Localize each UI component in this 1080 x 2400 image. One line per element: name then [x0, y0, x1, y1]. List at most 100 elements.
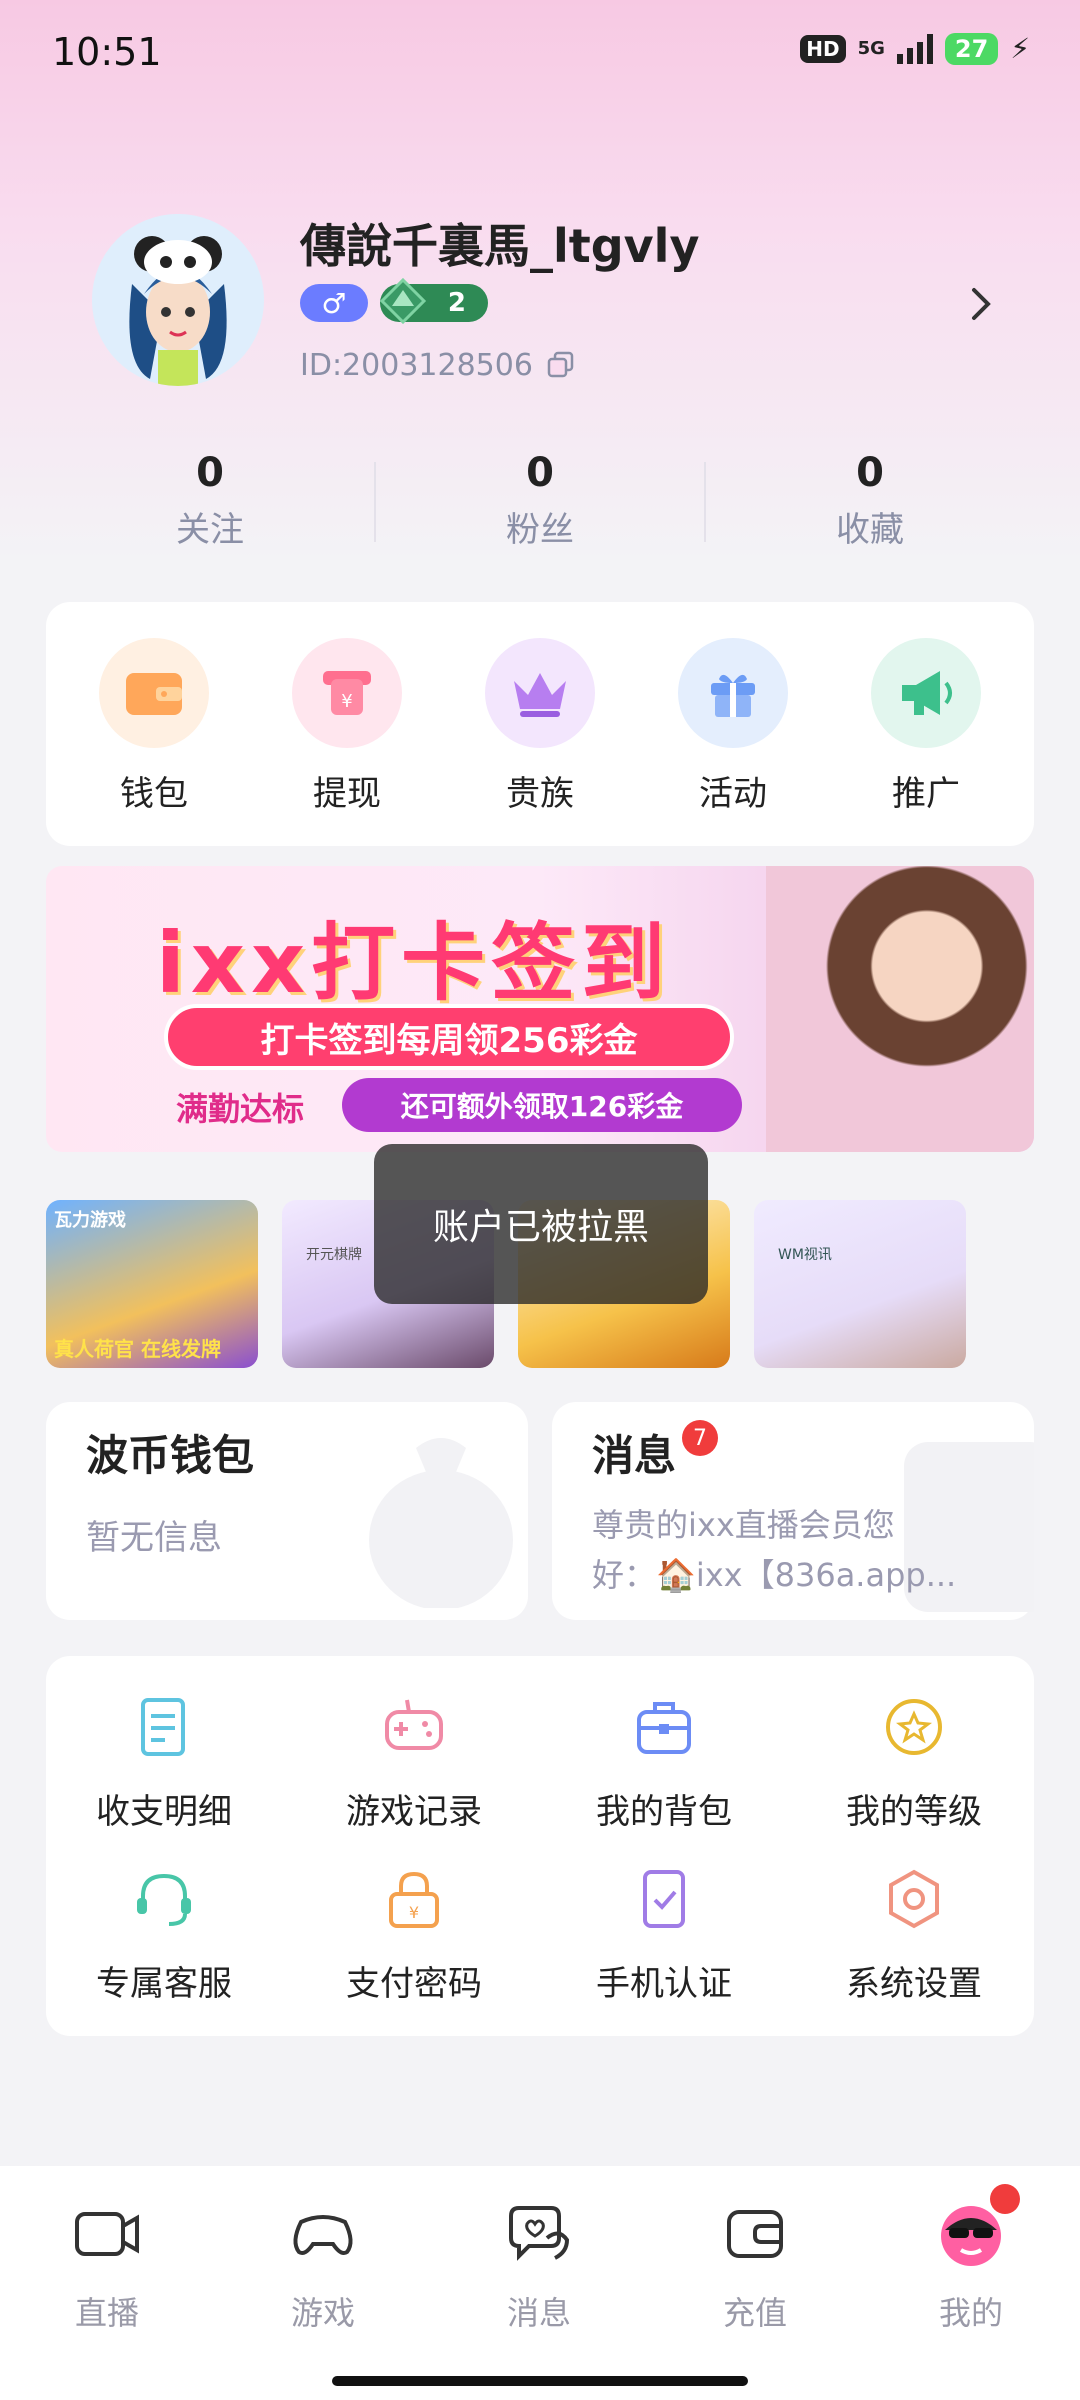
menu-game-records[interactable]: 游戏记录 [304, 1692, 524, 1833]
nav-label: 我的 [938, 2294, 1003, 2332]
quick-promote[interactable]: 推广 [856, 638, 996, 815]
nav-label: 直播 [74, 2294, 139, 2332]
signal-icon [896, 33, 933, 64]
nav-label: 充值 [722, 2294, 787, 2332]
promo-banner[interactable]: ixx打卡签到 打卡签到每周领256彩金 满勤达标 还可额外领取126彩金 [46, 866, 1034, 1152]
game-tile-wm[interactable]: WM视讯 [754, 1200, 966, 1368]
withdraw-icon: ¥ [292, 638, 402, 748]
home-indicator[interactable] [332, 2376, 748, 2386]
nav-live[interactable]: 直播 [32, 2198, 182, 2334]
tile-brand: 瓦力游戏 [54, 1210, 126, 1231]
username: 傳說千裏馬_ltgvly [300, 219, 700, 273]
quick-label: 提现 [313, 774, 381, 814]
tile-caption: 真人荷官 在线发牌 [54, 1337, 221, 1361]
stat-label: 粉丝 [506, 510, 574, 550]
message-title: 消息 [592, 1431, 677, 1480]
svg-text:¥: ¥ [341, 691, 352, 712]
quick-withdraw[interactable]: ¥ 提现 [277, 638, 417, 815]
menu-phone-verify[interactable]: 手机认证 [554, 1864, 774, 2005]
nav-recharge[interactable]: 充值 [680, 2198, 830, 2334]
wallet-title: 波币钱包 [86, 1431, 255, 1480]
menu-settings[interactable]: 系统设置 [804, 1864, 1024, 2005]
menu-pay-password[interactable]: ¥ 支付密码 [304, 1864, 524, 2005]
stat-fans[interactable]: 0 粉丝 [440, 450, 640, 551]
level-star-icon [886, 1699, 942, 1755]
nav-me[interactable]: 我的 [896, 2198, 1046, 2334]
menu-label: 支付密码 [346, 1964, 482, 2004]
status-bar: 10:51 HD 5G 27 ⚡ [0, 0, 1080, 110]
menu-ledger[interactable]: 收支明细 [54, 1692, 274, 1833]
stat-value: 0 [196, 450, 224, 496]
menu-label: 手机认证 [596, 1964, 732, 2004]
charging-icon: ⚡ [1010, 32, 1030, 65]
avatar[interactable] [92, 214, 264, 386]
banner-line2: 还可额外领取126彩金 [342, 1078, 742, 1132]
backpack-icon [637, 1702, 691, 1754]
quick-label: 活动 [699, 774, 767, 814]
chevron-right-icon[interactable] [966, 284, 996, 324]
gamepad-icon [385, 1699, 443, 1750]
phone-check-icon [643, 1870, 685, 1928]
game-tile-wali[interactable]: 瓦力游戏 真人荷官 在线发牌 [46, 1200, 258, 1368]
stat-value: 0 [526, 450, 554, 496]
wallet-card[interactable]: 波币钱包 暂无信息 [46, 1402, 528, 1620]
camera-icon [75, 2212, 139, 2256]
wallet-subtitle: 暂无信息 [86, 1518, 222, 1558]
banner-title: ixx打卡签到 [156, 914, 672, 1012]
settings-hex-icon [889, 1869, 939, 1929]
quick-nobility[interactable]: 贵族 [470, 638, 610, 815]
nav-label: 消息 [506, 2294, 571, 2332]
chat-heart-icon [509, 2206, 570, 2261]
copy-icon[interactable] [546, 350, 576, 380]
nav-games[interactable]: 游戏 [248, 2198, 398, 2334]
banner-line1: 打卡签到每周领256彩金 [164, 1004, 734, 1070]
system-nav-bar [0, 2348, 1080, 2400]
quick-activity[interactable]: 活动 [663, 638, 803, 815]
message-card[interactable]: 消息 尊贵的ixx直播会员您 好：🏠ixx【836a.app... [552, 1402, 1034, 1620]
menu-backpack[interactable]: 我的背包 [554, 1692, 774, 1833]
nav-messages[interactable]: 消息 [464, 2198, 614, 2334]
svg-text:¥: ¥ [409, 1903, 419, 1922]
network-label: 5G [857, 38, 885, 59]
banner-model-image [766, 866, 1034, 1152]
stat-favorites[interactable]: 0 收藏 [770, 450, 970, 551]
menu-label: 系统设置 [846, 1964, 982, 2004]
stat-label: 关注 [176, 510, 244, 550]
menu-label: 游戏记录 [346, 1792, 482, 1832]
stat-label: 收藏 [836, 510, 904, 550]
message-preview-line2: 好：🏠ixx【836a.app... [592, 1556, 957, 1594]
megaphone-icon [871, 638, 981, 748]
quick-label: 贵族 [506, 774, 574, 814]
menu-label: 收支明细 [96, 1792, 232, 1832]
user-id: ID:2003128506 [300, 348, 533, 383]
menu-level[interactable]: 我的等级 [804, 1692, 1024, 1833]
battery-icon: 27 [944, 32, 999, 65]
stat-following[interactable]: 0 关注 [110, 450, 310, 551]
gift-icon [678, 638, 788, 748]
menu-customer-service[interactable]: 专属客服 [54, 1864, 274, 2005]
crown-icon [485, 638, 595, 748]
notification-dot [990, 2184, 1020, 2214]
gamepad-icon [293, 2215, 353, 2255]
menu-label: 我的背包 [596, 1792, 732, 1832]
message-badge: 7 [682, 1420, 718, 1456]
tile-brand: 开元棋牌 [306, 1247, 362, 1263]
status-icons: HD 5G 27 ⚡ [800, 32, 1030, 65]
avatar-image [92, 214, 264, 386]
money-bag-icon [369, 1438, 513, 1608]
divider [374, 462, 376, 542]
quick-wallet[interactable]: 钱包 [84, 638, 224, 815]
toast-message: 账户已被拉黑 [374, 1144, 708, 1304]
tile-brand: WM视讯 [778, 1247, 832, 1263]
divider [704, 462, 706, 542]
stat-value: 0 [856, 450, 884, 496]
quick-label: 钱包 [120, 774, 188, 814]
headset-icon [137, 1873, 191, 1926]
gender-badge: ♂ [300, 284, 368, 322]
status-time: 10:51 [52, 30, 162, 74]
quick-label: 推广 [892, 774, 960, 814]
message-preview-line1: 尊贵的ixx直播会员您 [592, 1506, 895, 1544]
nav-label: 游戏 [290, 2294, 355, 2332]
banner-tag: 满勤达标 [176, 1090, 305, 1128]
hd-icon: HD [800, 34, 846, 63]
